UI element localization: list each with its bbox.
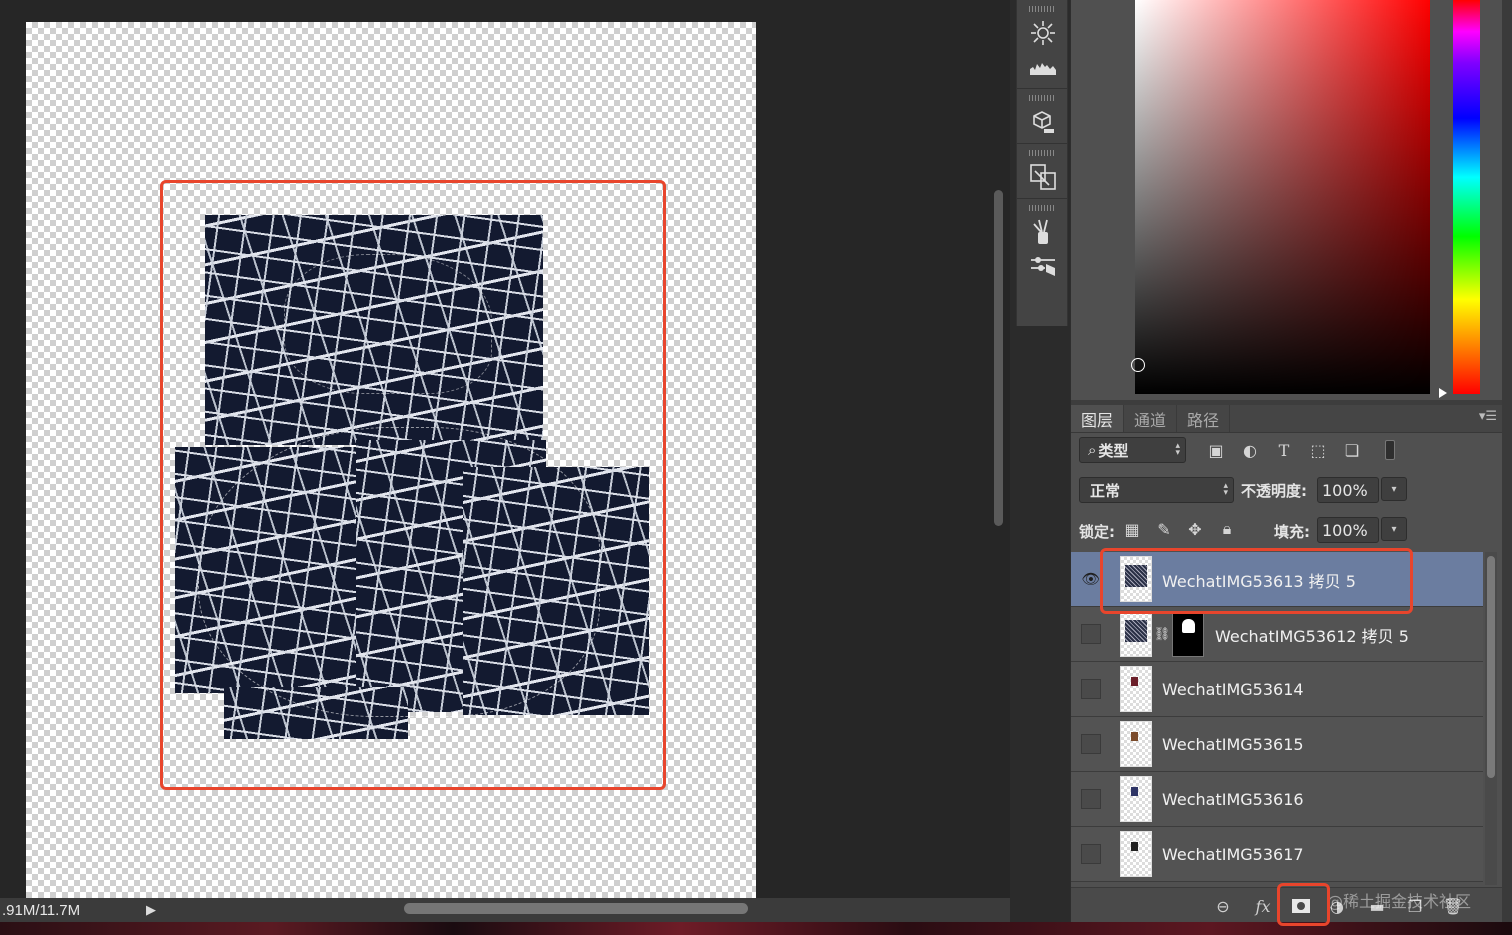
layer-thumbnail (1120, 776, 1152, 822)
mask-thumbnail[interactable] (1172, 611, 1204, 657)
layer-name[interactable]: WechatIMG53617 (1162, 827, 1304, 882)
lock-paint-icon[interactable]: ✎ (1153, 520, 1175, 539)
hue-slider[interactable] (1453, 0, 1480, 394)
thumb-mark (1131, 787, 1138, 796)
layer-name[interactable]: WechatIMG53614 (1162, 662, 1304, 717)
fill-dropdown-button[interactable]: ▾ (1381, 517, 1407, 541)
layer-row[interactable]: WechatIMG53616 (1071, 772, 1483, 827)
opacity-dropdown-button[interactable]: ▾ (1381, 477, 1407, 501)
lock-transparent-icon[interactable]: ▦ (1121, 520, 1143, 539)
hue-slider-arrow[interactable] (1439, 388, 1447, 398)
tool-strip (1016, 0, 1068, 326)
layers-scrollbar[interactable] (1487, 556, 1495, 778)
visibility-toggle[interactable] (1081, 679, 1101, 699)
layer-thumbnail (1120, 721, 1152, 767)
layer-filter-select[interactable]: ⌕ 类型 ▴ ▾ (1079, 437, 1186, 463)
grip-handle[interactable] (1029, 6, 1055, 12)
3d-cube-icon[interactable] (1017, 105, 1069, 139)
right-panel: 图层 通道 路径 ▾☰ ⌕ 类型 ▴ ▾ ▣ ◐ T ⬚ ❏ 正常 ▴ ▾ 不透明度… (1070, 0, 1503, 922)
thumb-pattern (1125, 620, 1147, 642)
document-size-readout[interactable]: .91M/11.7M (0, 902, 140, 919)
play-triangle-icon[interactable]: ▶ (140, 899, 162, 921)
shape-icon[interactable]: ⬚ (1307, 441, 1329, 460)
opacity-label: 不透明度: (1241, 482, 1307, 500)
fx-icon[interactable]: fx (1251, 896, 1275, 916)
layer-row[interactable]: ⛓︎ WechatIMG53612 拷贝 5 (1071, 607, 1483, 662)
thumb-mark (1131, 732, 1138, 741)
layer-row[interactable]: WechatIMG53615 (1071, 717, 1483, 772)
watermark: @稀土掘金技术社区 (1327, 892, 1472, 911)
canvas-area (0, 0, 1010, 935)
right-edge-strip (1502, 0, 1512, 922)
highlight-box-canvas (160, 180, 666, 790)
fill-value: 100% (1322, 520, 1368, 540)
visibility-toggle[interactable]: 👁︎ (1081, 569, 1101, 589)
mask-shape (1182, 619, 1195, 633)
visibility-toggle[interactable] (1081, 734, 1101, 754)
spinner-icon: ▴ ▾ (1223, 481, 1228, 498)
blend-mode-select[interactable]: 正常 ▴ ▾ (1079, 477, 1234, 503)
adjustment-circle-icon[interactable]: ◐ (1239, 441, 1261, 460)
color-picker-field[interactable] (1135, 0, 1430, 394)
transform-icon[interactable] (1017, 160, 1069, 194)
layer-name[interactable]: WechatIMG53615 (1162, 717, 1304, 772)
visibility-toggle[interactable] (1081, 844, 1101, 864)
tab-channels[interactable]: 通道 (1124, 405, 1178, 432)
layer-thumbnail (1120, 611, 1152, 657)
tool-group-4 (1017, 199, 1067, 287)
visibility-toggle[interactable] (1081, 624, 1101, 644)
lock-all-icon[interactable]: 🔒︎ (1216, 519, 1238, 538)
layer-thumbnail (1120, 831, 1152, 877)
opacity-input[interactable]: 100% (1317, 477, 1379, 503)
opacity-value: 100% (1322, 480, 1368, 500)
highlight-box-layer (1100, 548, 1413, 614)
tab-paths[interactable]: 路径 (1177, 405, 1231, 432)
lock-label: 锁定: (1079, 523, 1115, 541)
light-sun-icon[interactable] (1017, 16, 1069, 50)
grip-handle[interactable] (1029, 150, 1055, 156)
tab-layers[interactable]: 图层 (1071, 405, 1125, 432)
thumb-mark (1131, 677, 1138, 686)
layer-filter-value: 类型 (1098, 441, 1129, 460)
fill-input[interactable]: 100% (1317, 517, 1379, 543)
color-picker-ring[interactable] (1131, 358, 1145, 372)
panel-menu-icon[interactable]: ▾☰ (1479, 409, 1497, 424)
fill-label: 填充: (1274, 523, 1310, 541)
search-icon: ⌕ (1088, 441, 1097, 459)
smart-object-icon[interactable]: ❏ (1341, 441, 1363, 460)
visibility-toggle[interactable] (1081, 789, 1101, 809)
canvas-horizontal-scrollbar[interactable] (404, 903, 748, 914)
brush-tool-icon[interactable] (1017, 215, 1069, 249)
tool-group-2 (1017, 89, 1067, 144)
eye-icon: 👁︎ (1081, 570, 1101, 588)
grip-handle[interactable] (1029, 205, 1055, 211)
histogram-icon[interactable] (1017, 50, 1069, 84)
thumb-mark (1131, 842, 1138, 851)
spinner-icon: ▴ ▾ (1175, 441, 1180, 458)
image-icon[interactable]: ▣ (1205, 441, 1227, 460)
grip-handle[interactable] (1029, 95, 1055, 101)
tool-group-3 (1017, 144, 1067, 199)
layer-row[interactable]: WechatIMG53614 (1071, 662, 1483, 717)
layers-panel-tabs: 图层 通道 路径 ▾☰ (1071, 405, 1503, 433)
tool-group-1 (1017, 0, 1067, 89)
chain-link-icon[interactable]: ⛓︎ (1154, 623, 1171, 645)
status-bar: .91M/11.7M ▶ (0, 898, 1010, 922)
blend-mode-value: 正常 (1090, 481, 1121, 500)
highlight-box-mask-button (1277, 883, 1330, 926)
layer-name[interactable]: WechatIMG53612 拷贝 5 (1215, 607, 1409, 662)
layer-name[interactable]: WechatIMG53616 (1162, 772, 1304, 827)
layer-row[interactable]: WechatIMG53617 (1071, 827, 1483, 882)
link-layers-icon[interactable]: ⊖ (1211, 896, 1235, 916)
type-T-icon[interactable]: T (1273, 441, 1295, 460)
toggle-icon[interactable] (1379, 440, 1401, 460)
lock-position-icon[interactable]: ✥ (1184, 520, 1206, 539)
adjustments-icon[interactable] (1017, 249, 1069, 283)
canvas-vertical-scrollbar[interactable] (994, 190, 1003, 526)
layer-thumbnail (1120, 666, 1152, 712)
